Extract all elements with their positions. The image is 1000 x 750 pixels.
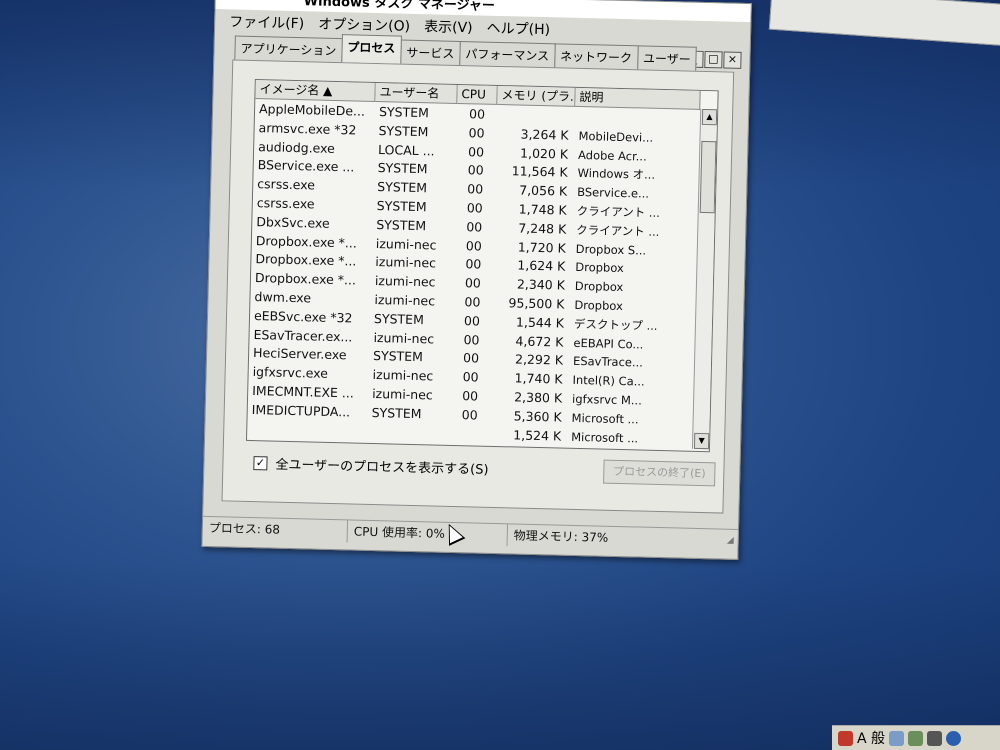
- process-memory: 3,264 K: [520, 126, 569, 143]
- process-list-body: AppleMobileDe... SYSTEM 00 armsvc.exe *32 SY…: [247, 100, 700, 449]
- menu-view[interactable]: 表示(V): [424, 16, 473, 39]
- process-user-name: SYSTEM: [378, 122, 429, 140]
- process-user-name: SYSTEM: [378, 104, 430, 121]
- process-cpu: 00: [463, 331, 480, 348]
- process-user-name: izumi-nec: [372, 385, 433, 403]
- process-memory: 7,056 K: [519, 182, 568, 199]
- process-cpu: [449, 424, 489, 444]
- tray-app-icon[interactable]: [838, 730, 853, 746]
- process-memory: 1,748 K: [518, 201, 567, 218]
- process-user-name: [367, 422, 449, 443]
- process-memory: 1,524 K: [513, 426, 562, 444]
- show-all-users-option[interactable]: ✓ 全ユーザーのプロセスを表示する(S): [253, 453, 489, 478]
- process-user-name: SYSTEM: [371, 404, 422, 421]
- show-all-users-checkbox[interactable]: ✓: [253, 455, 268, 470]
- process-cpu: 00: [467, 181, 484, 197]
- tab-processes[interactable]: プロセス: [341, 34, 402, 64]
- process-memory: 2,292 K: [514, 351, 564, 368]
- scroll-thumb[interactable]: [699, 140, 717, 214]
- process-memory: 5,360 K: [513, 408, 562, 425]
- process-memory: 2,340 K: [516, 276, 566, 293]
- process-user-name: izumi-nec: [374, 291, 436, 309]
- process-user-name: SYSTEM: [373, 310, 425, 327]
- process-cpu: 00: [468, 106, 486, 122]
- process-memory: [497, 106, 575, 127]
- process-cpu: 00: [462, 350, 480, 366]
- process-memory: 1,720 K: [517, 239, 566, 256]
- process-cpu: 00: [461, 406, 478, 423]
- task-manager-window[interactable]: Windows タスク マネージャー ファイル(F) オプション(O) 表示(V…: [201, 0, 752, 560]
- process-cpu: 00: [465, 256, 482, 272]
- tab-services[interactable]: サービス: [400, 39, 461, 66]
- process-memory: 2,380 K: [513, 389, 563, 406]
- process-cpu: 00: [463, 312, 481, 329]
- process-image-name: [247, 419, 367, 441]
- help-icon[interactable]: [946, 730, 962, 746]
- process-user-name: SYSTEM: [377, 160, 428, 177]
- scroll-up-icon[interactable]: ▲: [701, 108, 718, 126]
- menu-help[interactable]: ヘルプ(H): [486, 18, 550, 42]
- process-user-name: LOCAL ...: [377, 141, 435, 159]
- process-cpu: 00: [467, 162, 484, 179]
- tab-users[interactable]: ユーザー: [636, 45, 698, 71]
- show-all-users-label: 全ユーザーのプロセスを表示する(S): [275, 457, 489, 478]
- process-memory: 1,544 K: [515, 314, 565, 331]
- process-memory: 1,624 K: [517, 257, 566, 275]
- end-process-button[interactable]: プロセスの終了(E): [603, 459, 716, 487]
- process-list[interactable]: イメージ名 ▲ ユーザー名 CPU メモリ (プラ... 説明 AppleMob…: [245, 78, 719, 453]
- close-button[interactable]: ×: [723, 51, 742, 69]
- column-header-description[interactable]: 説明: [575, 87, 701, 110]
- process-user-name: SYSTEM: [376, 216, 427, 234]
- process-cpu: 00: [464, 275, 482, 291]
- system-tray: A 般: [832, 725, 1000, 750]
- resize-grip-icon[interactable]: ◢: [727, 536, 734, 546]
- process-cpu: 00: [467, 143, 485, 160]
- tray-ime-icon[interactable]: [889, 730, 905, 746]
- process-cpu: 00: [462, 388, 479, 404]
- status-bar: プロセス: 68 CPU 使用率: 0% 物理メモリ: 37%: [202, 515, 738, 552]
- process-memory: 1,020 K: [519, 145, 569, 162]
- process-cpu: 00: [462, 369, 479, 385]
- process-user-name: izumi-nec: [372, 367, 434, 384]
- process-user-name: SYSTEM: [376, 198, 427, 215]
- process-user-name: SYSTEM: [377, 179, 428, 196]
- maximize-button[interactable]: □: [704, 50, 723, 69]
- column-header-image-name[interactable]: イメージ名 ▲: [255, 80, 376, 102]
- process-cpu: 00: [466, 218, 483, 235]
- process-memory: 95,500 K: [508, 295, 565, 312]
- process-description: Microsoft ...: [571, 429, 639, 446]
- process-user-name: SYSTEM: [372, 348, 424, 365]
- tab-network[interactable]: ネットワーク: [553, 43, 639, 70]
- process-cpu: 00: [466, 200, 483, 216]
- menu-file[interactable]: ファイル(F): [229, 11, 304, 35]
- tab-performance[interactable]: パフォーマンス: [459, 40, 556, 68]
- process-cpu: 00: [465, 237, 482, 254]
- status-physical-memory: 物理メモリ: 37%: [513, 528, 609, 545]
- process-user-name: izumi-nec: [375, 235, 437, 253]
- process-memory: 4,672 K: [515, 333, 564, 350]
- process-memory: 11,564 K: [511, 163, 568, 181]
- tray-settings-icon[interactable]: [927, 730, 943, 746]
- process-cpu: 00: [464, 294, 481, 310]
- processes-panel: イメージ名 ▲ ユーザー名 CPU メモリ (プラ... 説明 AppleMob…: [221, 59, 735, 514]
- process-memory: 1,740 K: [514, 370, 563, 387]
- process-memory: 7,248 K: [518, 220, 567, 237]
- process-user-name: izumi-nec: [374, 273, 436, 290]
- scroll-down-icon[interactable]: ▼: [693, 432, 710, 450]
- process-user-name: izumi-nec: [375, 254, 437, 271]
- ime-indicator[interactable]: A 般: [857, 728, 885, 748]
- column-header-user-name[interactable]: ユーザー名: [375, 82, 458, 104]
- column-header-cpu[interactable]: CPU: [457, 84, 498, 105]
- process-user-name: izumi-nec: [373, 329, 435, 347]
- status-process-count: プロセス: 68: [202, 516, 349, 543]
- tray-network-icon[interactable]: [908, 730, 924, 746]
- process-cpu: 00: [468, 125, 485, 141]
- status-cpu-usage: CPU 使用率: 0%: [347, 520, 509, 547]
- tab-applications[interactable]: アプリケーション: [234, 35, 343, 63]
- column-header-memory[interactable]: メモリ (プラ...: [497, 85, 576, 107]
